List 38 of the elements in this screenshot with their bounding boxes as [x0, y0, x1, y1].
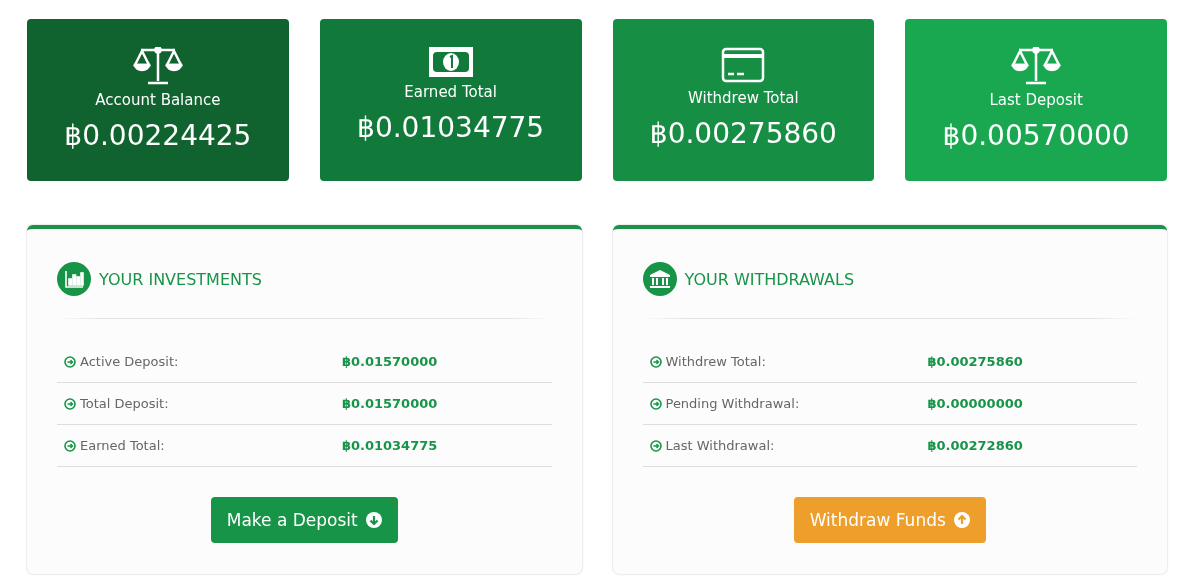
- row-label: Last Withdrawal:: [665, 438, 775, 453]
- stat-value: ฿0.00224425: [64, 119, 252, 152]
- banknote-icon: [428, 47, 473, 77]
- row-label: Pending Withdrawal:: [665, 396, 800, 411]
- row-label: Total Deposit:: [80, 396, 169, 411]
- arrow-right-circle-icon: [649, 397, 662, 410]
- scale-icon: [1011, 47, 1062, 85]
- panel-title: YOUR WITHDRAWALS: [684, 269, 855, 289]
- row-value: ฿0.01570000: [341, 354, 439, 369]
- bank-icon: [642, 262, 677, 296]
- row-value: ฿0.01034775: [341, 438, 439, 453]
- row-value: ฿0.00275860: [927, 354, 1024, 369]
- stat-label: Withdrew Total: [688, 89, 799, 107]
- stat-label: Account Balance: [95, 91, 221, 109]
- action-button[interactable]: Withdraw Funds: [793, 497, 986, 543]
- row-value: ฿0.01570000: [341, 396, 439, 411]
- arrow-right-circle-icon: [64, 439, 76, 452]
- row-value: ฿0.00000000: [927, 396, 1024, 411]
- row-label: Earned Total:: [80, 438, 165, 453]
- panel-title: YOUR INVESTMENTS: [99, 269, 262, 289]
- arrow-right-circle-icon: [649, 355, 662, 368]
- row-label: Withdrew Total:: [665, 354, 766, 369]
- row-label: Active Deposit:: [80, 354, 179, 369]
- action-button[interactable]: Make a Deposit: [210, 497, 398, 543]
- chart-icon: [57, 262, 91, 296]
- stat-label: Earned Total: [404, 83, 497, 101]
- arrow-up-icon: [953, 512, 970, 528]
- stat-value: ฿0.01034775: [357, 111, 545, 144]
- arrow-right-circle-icon: [64, 355, 76, 368]
- row-value: ฿0.00272860: [927, 438, 1024, 453]
- stat-label: Last Deposit: [989, 91, 1083, 109]
- arrow-down-icon: [365, 512, 382, 528]
- stat-value: ฿0.00570000: [942, 119, 1130, 152]
- credit-card-icon: [721, 47, 766, 83]
- scale-icon: [132, 47, 183, 85]
- arrow-right-circle-icon: [649, 439, 662, 452]
- stat-value: ฿0.00275860: [649, 117, 837, 150]
- arrow-right-circle-icon: [64, 397, 76, 410]
